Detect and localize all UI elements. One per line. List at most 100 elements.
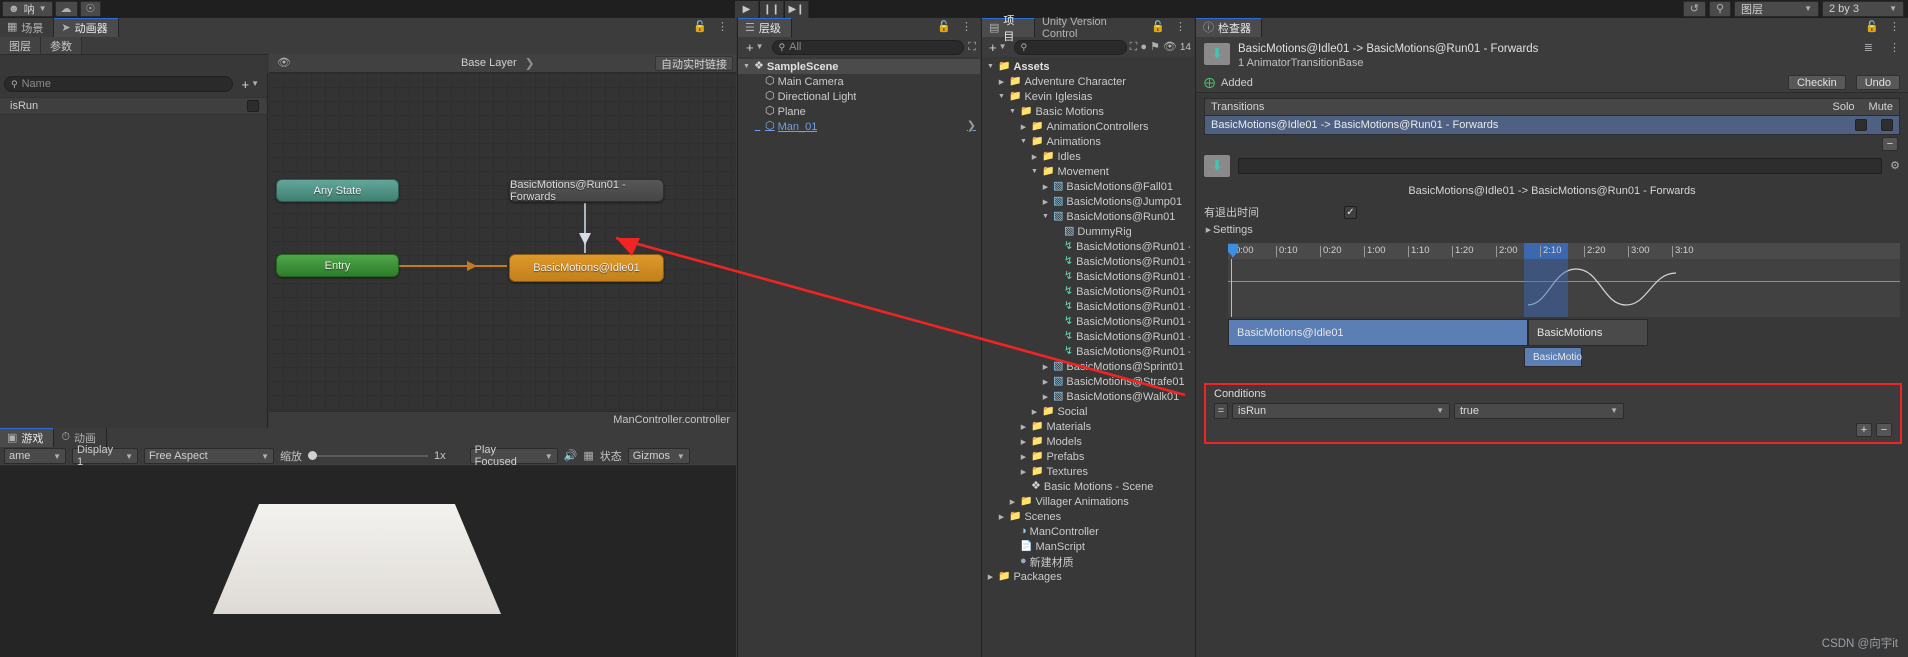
- project-item[interactable]: ▶ 📁 Adventure Character: [982, 74, 1194, 89]
- node-idle01[interactable]: BasicMotions@Idle01: [509, 254, 664, 282]
- scale-slider[interactable]: [308, 451, 428, 460]
- condition-operator[interactable]: =: [1214, 403, 1228, 419]
- project-visibility-icon[interactable]: 👁: [1163, 41, 1177, 53]
- tab-unity-version-control[interactable]: Unity Version Control: [1034, 16, 1152, 40]
- chevron-down-icon[interactable]: ▼: [1008, 108, 1017, 115]
- project-item[interactable]: ▶ 📁 Scenes: [982, 509, 1194, 524]
- project-item[interactable]: ▶↯BasicMotions@Run01 -: [982, 329, 1194, 344]
- project-item[interactable]: ▶ ▧ BasicMotions@Walk01: [982, 389, 1194, 404]
- tab-game[interactable]: ▣ 游戏: [0, 428, 55, 447]
- chevron-right-icon[interactable]: ▶: [1019, 438, 1028, 446]
- parameter-bool-checkbox[interactable]: [247, 100, 259, 112]
- scale-slider-knob[interactable]: [308, 451, 317, 460]
- hierarchy-item[interactable]: ▶⬡Directional Light: [738, 89, 980, 104]
- add-parameter-button[interactable]: + ▼: [237, 77, 263, 92]
- kebab-menu-icon[interactable]: ⋮: [1175, 22, 1186, 33]
- project-item[interactable]: ▼ 📁 Assets: [982, 59, 1194, 74]
- project-item[interactable]: ▶↯BasicMotions@Run01 -: [982, 239, 1194, 254]
- auto-live-link-toggle[interactable]: 自动实时链接: [655, 56, 733, 71]
- hierarchy-expand-icon[interactable]: ⛶: [968, 41, 976, 53]
- project-item[interactable]: ▶❖Basic Motions - Scene: [982, 479, 1194, 494]
- transition-timeline-ruler[interactable]: 0:00 0:10 0:20 1:00 1:10 1:20 2:00 2:10 2:20 3:00…: [1228, 243, 1900, 259]
- project-item[interactable]: ▶ ▧ BasicMotions@Sprint01: [982, 359, 1194, 374]
- project-item[interactable]: ▼ 📁 Movement: [982, 164, 1194, 179]
- lock-icon[interactable]: 🔓: [1151, 22, 1165, 33]
- remove-transition-button[interactable]: −: [1882, 137, 1898, 151]
- gizmos-dropdown[interactable]: Gizmos ▼: [627, 448, 690, 464]
- project-item[interactable]: ▶↯BasicMotions@Run01 -: [982, 284, 1194, 299]
- node-run01[interactable]: BasicMotions@Run01 - Forwards: [509, 179, 664, 203]
- chevron-right-icon[interactable]: ▶: [1030, 408, 1039, 416]
- undo-button[interactable]: Undo: [1855, 75, 1900, 90]
- chevron-right-icon[interactable]: ▶: [1041, 198, 1050, 206]
- transition-curve-area[interactable]: [1228, 259, 1900, 317]
- display-dropdown[interactable]: Display 1 ▼: [72, 444, 138, 468]
- lock-icon[interactable]: 🔓: [1865, 22, 1879, 33]
- preset-icon[interactable]: ≣: [1864, 43, 1873, 54]
- layers-dropdown[interactable]: 图层 ▼: [1734, 1, 1819, 17]
- tree-spacer[interactable]: ▶: [753, 93, 762, 101]
- node-entry[interactable]: Entry: [276, 254, 399, 277]
- project-add-button[interactable]: + ▼: [985, 40, 1011, 55]
- node-any-state[interactable]: Any State: [276, 179, 399, 202]
- chevron-down-icon[interactable]: ▼: [1030, 168, 1039, 175]
- tree-spacer[interactable]: ▶: [753, 108, 762, 116]
- project-item[interactable]: ▶📄ManScript: [982, 539, 1194, 554]
- chevron-right-icon[interactable]: ▶: [1008, 498, 1017, 506]
- hierarchy-item[interactable]: ▶⬡Man_01 ❯: [738, 119, 980, 134]
- play-mode-dropdown[interactable]: Play Focused ▼: [469, 444, 558, 468]
- hierarchy-add-button[interactable]: + ▼: [742, 40, 768, 55]
- project-item[interactable]: ▶↯BasicMotions@Run01 -: [982, 314, 1194, 329]
- step-button[interactable]: ▶❙: [785, 0, 809, 18]
- project-item[interactable]: ▼ 📁 Basic Motions: [982, 104, 1194, 119]
- chevron-down-icon[interactable]: ▼: [1041, 213, 1050, 220]
- chevron-right-icon[interactable]: ▶: [997, 513, 1006, 521]
- hierarchy-item[interactable]: ▶⬡Plane: [738, 104, 980, 119]
- project-filter-type-icon[interactable]: ●: [1140, 41, 1147, 53]
- project-item[interactable]: ▶ ▧ BasicMotions@Fall01: [982, 179, 1194, 194]
- eye-icon[interactable]: 👁: [277, 57, 291, 69]
- hierarchy-search-input[interactable]: ⚲ All: [771, 39, 965, 55]
- project-item[interactable]: ▶↯BasicMotions@Run01 -: [982, 299, 1194, 314]
- collab-button[interactable]: ☉: [79, 1, 102, 17]
- chevron-right-icon[interactable]: ▶: [1041, 378, 1050, 386]
- chevron-down-icon[interactable]: ▼: [986, 63, 995, 70]
- project-item[interactable]: ▶ ▧ BasicMotions@Jump01: [982, 194, 1194, 209]
- pause-button[interactable]: ❙❙: [760, 0, 784, 18]
- tree-spacer[interactable]: ▶: [753, 123, 762, 131]
- project-item[interactable]: ▼ 📁 Animations: [982, 134, 1194, 149]
- parameter-search-input[interactable]: ⚲ Name: [4, 76, 234, 92]
- kebab-menu-icon[interactable]: ⋮: [1889, 22, 1900, 33]
- project-search-input[interactable]: ⚲: [1013, 39, 1127, 55]
- subtab-parameters[interactable]: 参数: [41, 37, 82, 54]
- project-item[interactable]: ▶▧DummyRig: [982, 224, 1194, 239]
- solo-checkbox[interactable]: [1855, 119, 1867, 131]
- game-left-dropdown[interactable]: ame ▼: [4, 448, 66, 464]
- project-item[interactable]: ▶ ▧ BasicMotions@Strafe01: [982, 374, 1194, 389]
- chevron-right-icon[interactable]: ▶: [1019, 123, 1028, 131]
- mute-audio-icon[interactable]: 🔊: [564, 450, 578, 462]
- project-popout-icon[interactable]: ⛶: [1130, 41, 1138, 53]
- clip-transition[interactable]: BasicMotio: [1524, 347, 1582, 367]
- chevron-right-icon[interactable]: ▶: [1041, 393, 1050, 401]
- add-condition-button[interactable]: +: [1856, 423, 1872, 437]
- project-item[interactable]: ▶ 📁 Prefabs: [982, 449, 1194, 464]
- chevron-right-icon[interactable]: ▶: [1041, 183, 1050, 191]
- chevron-right-icon[interactable]: ▶: [1030, 153, 1039, 161]
- project-item[interactable]: ▶↯BasicMotions@Run01 -: [982, 254, 1194, 269]
- condition-parameter-dropdown[interactable]: isRun ▼: [1232, 403, 1450, 419]
- project-item[interactable]: ▶ 📁 AnimationControllers: [982, 119, 1194, 134]
- project-item[interactable]: ▶↯BasicMotions@Run01 -: [982, 344, 1194, 359]
- chevron-down-icon[interactable]: ▼: [1019, 138, 1028, 145]
- chevron-right-icon[interactable]: ▶: [1019, 468, 1028, 476]
- transition-name-field[interactable]: [1238, 158, 1883, 174]
- state-machine-graph[interactable]: Any State Entry BasicMotions@Run01 - For…: [269, 73, 736, 411]
- project-item[interactable]: ▶ 📁 Idles: [982, 149, 1194, 164]
- lock-icon[interactable]: 🔓: [937, 22, 951, 33]
- chevron-down-icon[interactable]: ▼: [742, 63, 751, 70]
- checkin-button[interactable]: Checkin: [1787, 75, 1846, 90]
- project-item[interactable]: ▼ ▧ BasicMotions@Run01: [982, 209, 1194, 224]
- project-item[interactable]: ▶ 📁 Models: [982, 434, 1194, 449]
- project-item[interactable]: ▶ 📁 Materials: [982, 419, 1194, 434]
- search-button[interactable]: ⚲: [1708, 1, 1731, 17]
